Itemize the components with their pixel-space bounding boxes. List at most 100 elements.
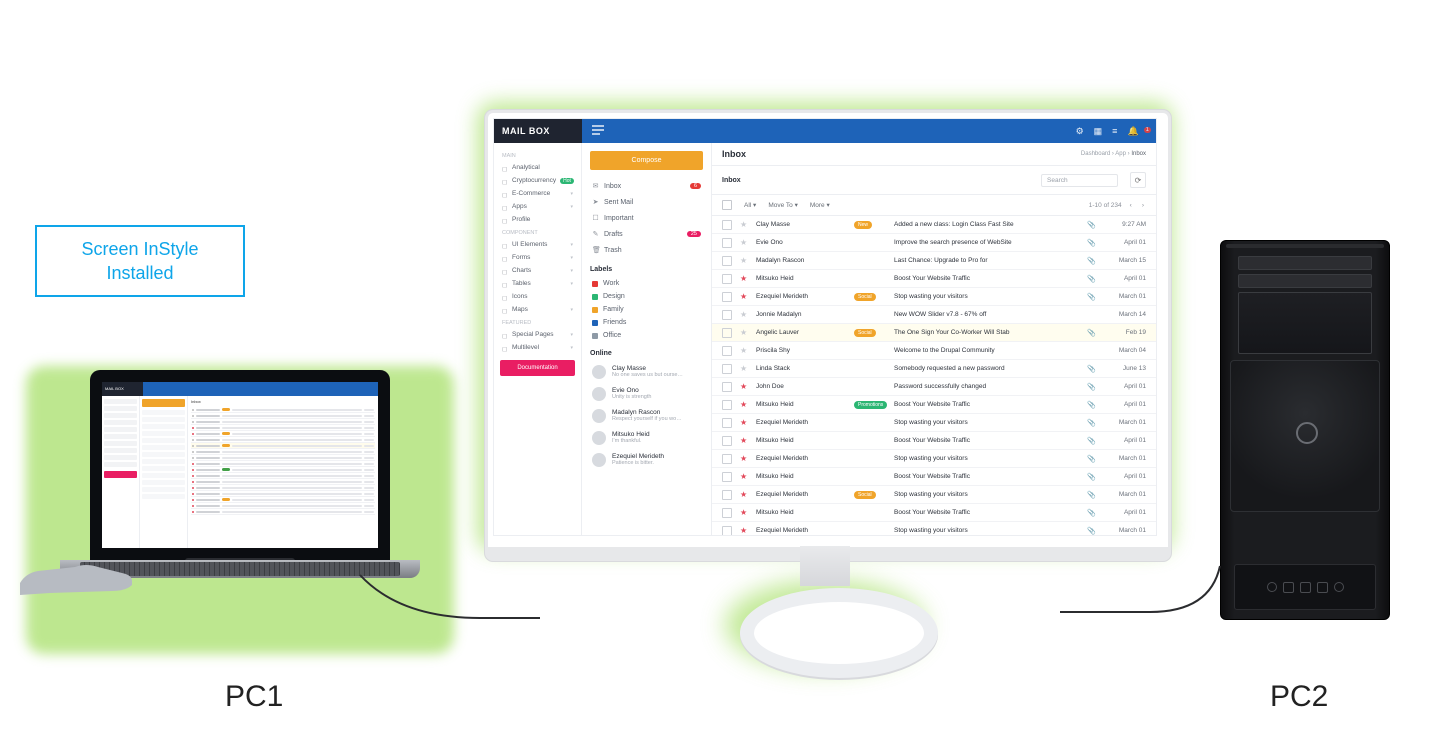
mail-row[interactable]: ★Mitsuko HeidBoost Your Website Traffic📎… bbox=[712, 468, 1156, 486]
mail-folder[interactable]: ✉Inbox6 bbox=[590, 178, 703, 194]
filter-all[interactable]: All ▾ bbox=[744, 201, 756, 209]
online-contact[interactable]: Ezequiel MeridethPatience is bitter. bbox=[590, 449, 703, 471]
online-contact[interactable]: Mitsuko HeidI'm thankful. bbox=[590, 427, 703, 449]
row-checkbox[interactable] bbox=[722, 292, 732, 302]
nav-item[interactable]: ◻Analytical bbox=[494, 161, 581, 174]
mail-row[interactable]: ★Madalyn RasconLast Chance: Upgrade to P… bbox=[712, 252, 1156, 270]
star-icon[interactable]: ★ bbox=[740, 490, 748, 499]
star-icon[interactable]: ★ bbox=[740, 274, 748, 283]
gear-icon[interactable]: ⚙ bbox=[1076, 126, 1084, 137]
attachment-icon: 📎 bbox=[1087, 401, 1096, 409]
documentation-button[interactable]: Documentation bbox=[500, 360, 575, 376]
star-icon[interactable]: ★ bbox=[740, 508, 748, 517]
nav-item[interactable]: ◻Forms▾ bbox=[494, 251, 581, 264]
mail-row[interactable]: ★Angelic LauverSocialThe One Sign Your C… bbox=[712, 324, 1156, 342]
star-icon[interactable]: ★ bbox=[740, 346, 748, 355]
star-icon[interactable]: ★ bbox=[740, 310, 748, 319]
star-icon[interactable]: ★ bbox=[740, 418, 748, 427]
mail-label[interactable]: Work bbox=[590, 277, 703, 290]
mail-label[interactable]: Family bbox=[590, 303, 703, 316]
star-icon[interactable]: ★ bbox=[740, 526, 748, 535]
mail-row[interactable]: ★Clay MasseNewAdded a new class: Login C… bbox=[712, 216, 1156, 234]
mail-folder[interactable]: ✎Drafts25 bbox=[590, 226, 703, 242]
star-icon[interactable]: ★ bbox=[740, 364, 748, 373]
star-icon[interactable]: ★ bbox=[740, 328, 748, 337]
mail-row[interactable]: ★Mitsuko HeidBoost Your Website Traffic📎… bbox=[712, 504, 1156, 522]
online-contact[interactable]: Clay MasseNo one saves us but ourse… bbox=[590, 361, 703, 383]
row-checkbox[interactable] bbox=[722, 238, 732, 248]
nav-item[interactable]: ◻Icons bbox=[494, 290, 581, 303]
mail-row[interactable]: ★Mitsuko HeidPromotionsBoost Your Websit… bbox=[712, 396, 1156, 414]
nav-item[interactable]: ◻Apps▾ bbox=[494, 200, 581, 213]
row-checkbox[interactable] bbox=[722, 508, 732, 518]
star-icon[interactable]: ★ bbox=[740, 400, 748, 409]
nav-item[interactable]: ◻Profile bbox=[494, 213, 581, 226]
row-checkbox[interactable] bbox=[722, 436, 732, 446]
star-icon[interactable]: ★ bbox=[740, 292, 748, 301]
pagination-range: 1-10 of 234 bbox=[1089, 202, 1122, 209]
row-checkbox[interactable] bbox=[722, 220, 732, 230]
row-checkbox[interactable] bbox=[722, 256, 732, 266]
mail-label[interactable]: Friends bbox=[590, 316, 703, 329]
mail-row[interactable]: ★Evie OnoImprove the search presence of … bbox=[712, 234, 1156, 252]
row-checkbox[interactable] bbox=[722, 454, 732, 464]
mail-row[interactable]: ★Ezequiel MeridethStop wasting your visi… bbox=[712, 414, 1156, 432]
mail-row[interactable]: ★Jonnie MadalynNew WOW Slider v7.8 - 67%… bbox=[712, 306, 1156, 324]
bell-icon[interactable]: 🔔1 bbox=[1127, 126, 1146, 137]
star-icon[interactable]: ★ bbox=[740, 220, 748, 229]
mail-row[interactable]: ★Ezequiel MeridethStop wasting your visi… bbox=[712, 522, 1156, 535]
mail-row[interactable]: ★Ezequiel MeridethSocialStop wasting you… bbox=[712, 288, 1156, 306]
row-checkbox[interactable] bbox=[722, 274, 732, 284]
online-contact[interactable]: Madalyn RasconRespect yourself if you wo… bbox=[590, 405, 703, 427]
select-all-checkbox[interactable] bbox=[722, 200, 732, 210]
mail-row[interactable]: ★Linda StackSomebody requested a new pas… bbox=[712, 360, 1156, 378]
mail-label[interactable]: Design bbox=[590, 290, 703, 303]
hamburger-icon[interactable] bbox=[592, 125, 604, 137]
compose-button[interactable]: Compose bbox=[590, 151, 703, 170]
row-checkbox[interactable] bbox=[722, 346, 732, 356]
refresh-button[interactable]: ⟳ bbox=[1130, 172, 1146, 188]
mail-label[interactable]: Office bbox=[590, 329, 703, 342]
row-checkbox[interactable] bbox=[722, 418, 732, 428]
mail-folder[interactable]: ☐Important bbox=[590, 210, 703, 226]
page-prev-button[interactable]: ‹ bbox=[1128, 202, 1134, 209]
star-icon[interactable]: ★ bbox=[740, 472, 748, 481]
folder-label: Sent Mail bbox=[604, 199, 633, 206]
nav-item[interactable]: ◻Tables▾ bbox=[494, 277, 581, 290]
page-next-button[interactable]: › bbox=[1140, 202, 1146, 209]
nav-item[interactable]: ◻CryptocurrencyHot bbox=[494, 174, 581, 187]
more-menu[interactable]: More ▾ bbox=[810, 201, 830, 209]
row-checkbox[interactable] bbox=[722, 364, 732, 374]
row-checkbox[interactable] bbox=[722, 472, 732, 482]
online-contact[interactable]: Evie OnoUnity is strength bbox=[590, 383, 703, 405]
star-icon[interactable]: ★ bbox=[740, 238, 748, 247]
move-to-menu[interactable]: Move To ▾ bbox=[768, 201, 798, 209]
list-icon[interactable]: ≡ bbox=[1112, 126, 1117, 136]
nav-item[interactable]: ◻Maps▾ bbox=[494, 303, 581, 316]
star-icon[interactable]: ★ bbox=[740, 382, 748, 391]
row-checkbox[interactable] bbox=[722, 490, 732, 500]
nav-item[interactable]: ◻E-Commerce▾ bbox=[494, 187, 581, 200]
row-checkbox[interactable] bbox=[722, 328, 732, 338]
nav-item[interactable]: ◻Charts▾ bbox=[494, 264, 581, 277]
star-icon[interactable]: ★ bbox=[740, 436, 748, 445]
search-input[interactable]: Search bbox=[1041, 174, 1118, 187]
mail-row[interactable]: ★Ezequiel MeridethStop wasting your visi… bbox=[712, 450, 1156, 468]
row-checkbox[interactable] bbox=[722, 310, 732, 320]
nav-item[interactable]: ◻UI Elements▾ bbox=[494, 238, 581, 251]
row-checkbox[interactable] bbox=[722, 400, 732, 410]
mail-folder[interactable]: 🗑Trash bbox=[590, 242, 703, 258]
mail-row[interactable]: ★Priscila ShyWelcome to the Drupal Commu… bbox=[712, 342, 1156, 360]
row-checkbox[interactable] bbox=[722, 382, 732, 392]
mail-row[interactable]: ★John DoePassword successfully changed📎A… bbox=[712, 378, 1156, 396]
star-icon[interactable]: ★ bbox=[740, 454, 748, 463]
row-checkbox[interactable] bbox=[722, 526, 732, 536]
mail-row[interactable]: ★Mitsuko HeidBoost Your Website Traffic📎… bbox=[712, 432, 1156, 450]
mail-row[interactable]: ★Mitsuko HeidBoost Your Website Traffic📎… bbox=[712, 270, 1156, 288]
nav-item[interactable]: ◻Special Pages▾ bbox=[494, 328, 581, 341]
mail-row[interactable]: ★Ezequiel MeridethSocialStop wasting you… bbox=[712, 486, 1156, 504]
mail-folder[interactable]: ➤Sent Mail bbox=[590, 194, 703, 210]
app-grid-icon[interactable]: ▦ bbox=[1094, 126, 1103, 137]
nav-item[interactable]: ◻Multilevel▾ bbox=[494, 341, 581, 354]
star-icon[interactable]: ★ bbox=[740, 256, 748, 265]
